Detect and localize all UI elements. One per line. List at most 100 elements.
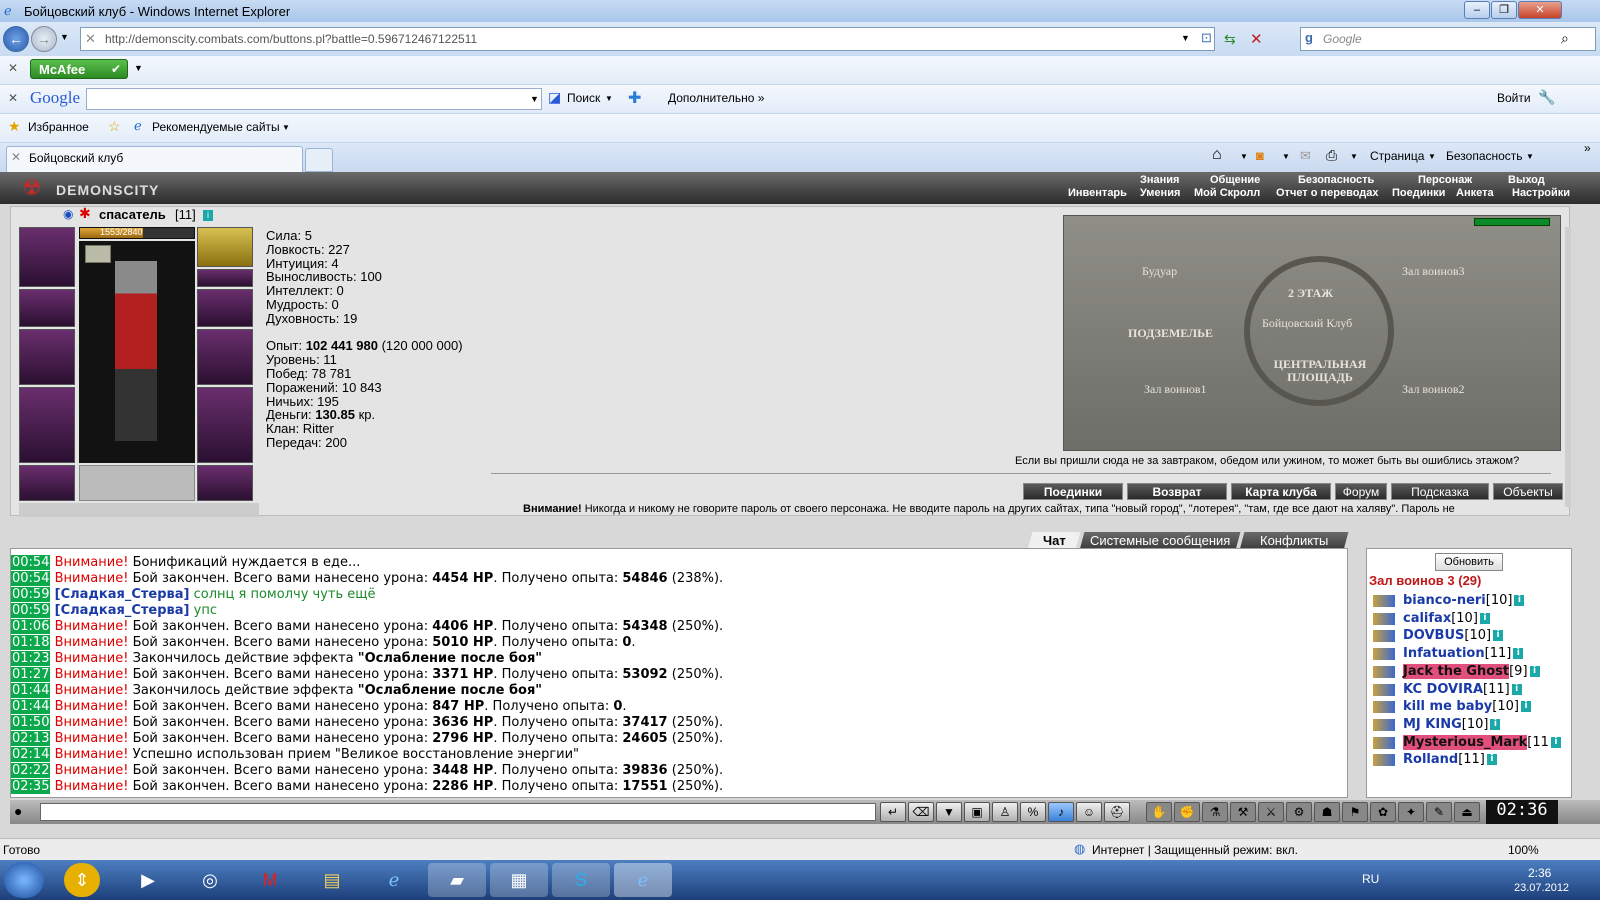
more-button[interactable]: Дополнительно » — [668, 91, 764, 105]
taskbar-mcafee-icon[interactable]: M — [244, 863, 296, 897]
effect-icon[interactable] — [85, 245, 111, 263]
hint-button[interactable]: Подсказка — [1391, 483, 1489, 500]
player-status-icon[interactable] — [1373, 701, 1395, 714]
slot-gloves[interactable] — [197, 289, 253, 327]
slot-boots[interactable] — [197, 465, 253, 501]
menu-exit[interactable]: Выход — [1508, 174, 1545, 186]
room-underground[interactable]: ПОДЗЕМЕЛЬЕ — [1128, 326, 1213, 341]
slot-legs[interactable] — [197, 387, 253, 463]
slot-bracers[interactable] — [19, 289, 75, 327]
wrench-icon[interactable]: 🔧 — [1538, 89, 1555, 106]
character-name[interactable]: спасатель — [99, 207, 166, 222]
player-item[interactable]: kill me baby[10] i — [1403, 699, 1531, 714]
quick-slots[interactable] — [19, 503, 259, 517]
home-icon[interactable]: ⌂ — [1212, 146, 1222, 164]
floor-2-label[interactable]: 2 ЭТАЖ — [1288, 286, 1333, 301]
mail-icon[interactable]: ✉ — [1300, 148, 1311, 164]
favorites-button[interactable]: Избранное — [28, 120, 89, 134]
send-icon[interactable]: ↵ — [880, 802, 906, 822]
compat-icon[interactable]: ⊡ — [1201, 30, 1212, 46]
room-warriors-3[interactable]: Зал воинов3 — [1402, 264, 1465, 279]
room-central-square[interactable]: ЦЕНТРАЛЬНАЯ ПЛОЩАДЬ — [1260, 358, 1380, 384]
add-button-icon[interactable]: ✚ — [628, 88, 641, 108]
slot-armor[interactable] — [19, 387, 75, 463]
google-search-button[interactable]: Поиск — [567, 91, 600, 105]
recommended-dropdown-icon[interactable]: ▼ — [282, 123, 290, 132]
character-info-icon[interactable]: i — [203, 210, 213, 221]
minimize-button[interactable]: – — [1464, 1, 1490, 19]
player-status-icon[interactable] — [1373, 718, 1395, 731]
address-dropdown-icon[interactable]: ▼ — [1181, 33, 1190, 43]
player-item[interactable]: Mysterious_Mark[11 i — [1403, 734, 1561, 750]
menu-my-scroll[interactable]: Мой Скролл — [1194, 187, 1260, 199]
chat-log[interactable]: 00:54 Внимание! Бонификаций нуждается в … — [10, 548, 1348, 798]
player-item[interactable]: DOVBUS[10] i — [1403, 628, 1504, 643]
zoom-level[interactable]: 100% — [1508, 843, 1539, 857]
feeds-dropdown-icon[interactable]: ▼ — [1282, 152, 1290, 161]
menu-knowledge[interactable]: Знания — [1140, 174, 1179, 186]
forward-button[interactable]: → — [31, 26, 57, 52]
refresh-button[interactable]: Обновить — [1435, 553, 1503, 571]
menu-profile[interactable]: Анкета — [1456, 187, 1494, 199]
print-dropdown-icon[interactable]: ▼ — [1350, 152, 1358, 161]
home-dropdown-icon[interactable]: ▼ — [1240, 152, 1248, 161]
save-log-icon[interactable]: ▣ — [964, 802, 990, 822]
player-item[interactable]: Jack the Ghost[9] i — [1403, 663, 1540, 679]
action-icon-9[interactable]: ✿ — [1370, 802, 1396, 822]
taskbar-chrome-icon[interactable]: ◎ — [184, 863, 236, 897]
chevrons-icon[interactable]: » — [1584, 141, 1591, 155]
club-map-button[interactable]: Карта клуба — [1231, 483, 1331, 500]
chat-mode-icon[interactable]: ● — [14, 803, 22, 819]
new-tab-button[interactable] — [305, 148, 333, 172]
player-status-icon[interactable] — [1373, 595, 1395, 607]
menu-security[interactable]: Безопасность — [1298, 174, 1374, 186]
player-status-icon[interactable] — [1373, 736, 1395, 749]
google-search-input[interactable] — [86, 88, 542, 110]
add-favorite-icon[interactable]: ☆ — [108, 118, 121, 135]
back-button[interactable]: ← — [3, 26, 29, 52]
language-indicator[interactable]: RU — [1362, 872, 1379, 886]
menu-inventory[interactable]: Инвентарь — [1068, 187, 1127, 199]
menu-skills[interactable]: Умения — [1140, 187, 1180, 199]
feeds-icon[interactable]: ◙ — [1256, 148, 1264, 163]
player-item[interactable]: bianco-neri[10] i — [1403, 593, 1525, 608]
search-icon[interactable]: ⌕ — [1561, 30, 1569, 47]
taskbar-explorer-icon[interactable]: ▤ — [306, 863, 358, 897]
slot-weapon-right[interactable] — [197, 329, 253, 385]
taskbar-ie-active-icon[interactable]: ℯ — [614, 863, 672, 897]
clear-icon[interactable]: ⌫ — [908, 802, 934, 822]
action-icon-11[interactable]: ✎ — [1426, 802, 1452, 822]
taskbar-media-icon[interactable]: ▶ — [122, 863, 174, 897]
player-status-icon[interactable] — [1373, 754, 1395, 767]
refresh-icon[interactable]: ⇆ — [1224, 31, 1236, 48]
page-dropdown-icon[interactable]: ▼ — [1428, 152, 1436, 161]
page-menu[interactable]: Страница — [1370, 149, 1424, 163]
address-bar[interactable]: ✕ http://demonscity.combats.com/buttons.… — [80, 27, 1215, 51]
close-google-icon[interactable]: ✕ — [8, 91, 18, 105]
taskbar-skype-icon[interactable]: S — [552, 863, 610, 897]
player-item[interactable]: KC DOVIRA[11] i — [1403, 682, 1522, 697]
helmet-icon[interactable]: ⛑ — [1104, 802, 1130, 822]
filter-icon[interactable]: ▼ — [936, 802, 962, 822]
start-button[interactable] — [4, 862, 44, 898]
action-icon-6[interactable]: ⚙ — [1286, 802, 1312, 822]
tray-date[interactable]: 23.07.2012 — [1514, 882, 1569, 894]
zone-text[interactable]: Интернет | Защищенный режим: вкл. — [1092, 843, 1298, 857]
translit-icon[interactable]: % — [1020, 802, 1046, 822]
action-icon-7[interactable]: ☗ — [1314, 802, 1340, 822]
forum-button[interactable]: Форум — [1335, 483, 1387, 500]
action-icon-8[interactable]: ⚑ — [1342, 802, 1368, 822]
slot-weapon-left[interactable] — [19, 329, 75, 385]
taskbar-app-1[interactable]: ⇕ — [64, 863, 100, 897]
player-item[interactable]: Infatuation[11] i — [1403, 646, 1524, 661]
player-status-icon[interactable] — [1373, 665, 1395, 678]
room-warriors-1[interactable]: Зал воинов1 — [1144, 382, 1207, 397]
slot-runes[interactable] — [79, 465, 195, 501]
player-item[interactable]: califax[10] i — [1403, 611, 1490, 626]
menu-battles[interactable]: Поединки — [1392, 187, 1445, 199]
security-menu[interactable]: Безопасность — [1446, 149, 1523, 163]
player-item[interactable]: MJ KING[10] i — [1403, 717, 1501, 732]
taskbar-app-icon[interactable]: ▦ — [490, 863, 548, 897]
security-dropdown-icon[interactable]: ▼ — [1526, 152, 1534, 161]
login-link[interactable]: Войти — [1497, 91, 1531, 105]
